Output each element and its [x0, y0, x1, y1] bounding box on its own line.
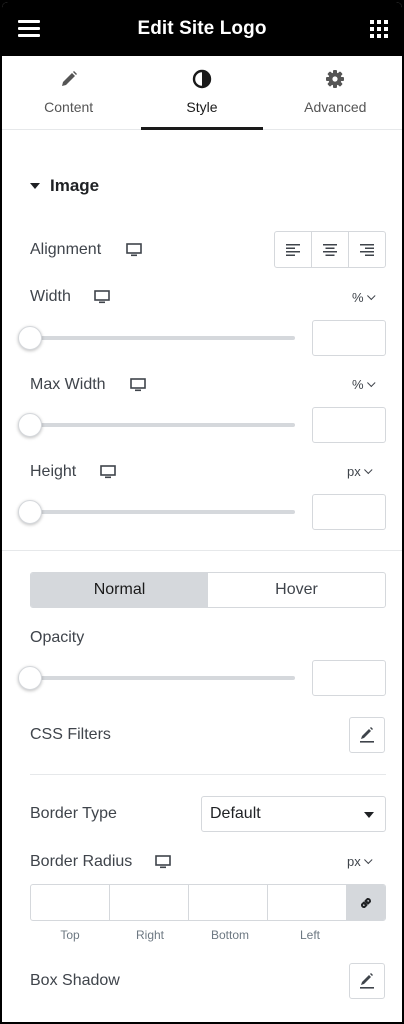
radius-right-label: Right: [135, 928, 164, 942]
align-center-button[interactable]: [312, 232, 349, 267]
css-filters-edit-button[interactable]: [349, 717, 385, 753]
box-shadow-edit-button[interactable]: [349, 963, 385, 999]
link-icon: [360, 897, 372, 908]
width-unit-value: %: [352, 290, 364, 305]
caret-down-icon: [364, 812, 374, 818]
desktop-icon[interactable]: [94, 290, 110, 304]
width-label: Width: [30, 288, 71, 305]
hamburger-menu-icon[interactable]: [18, 20, 40, 38]
tab-advanced[interactable]: Advanced: [269, 56, 402, 129]
opacity-input[interactable]: [312, 660, 386, 696]
radius-top-label: Top: [60, 928, 80, 942]
radius-bottom-input[interactable]: [189, 885, 268, 920]
widgets-grid-icon[interactable]: [370, 20, 388, 38]
align-left-button[interactable]: [275, 232, 312, 267]
opacity-slider-track[interactable]: [30, 676, 295, 680]
max-width-unit-value: %: [352, 377, 364, 392]
contrast-icon: [191, 68, 213, 90]
box-shadow-label: Box Shadow: [30, 972, 120, 989]
tab-style[interactable]: Style: [135, 56, 268, 130]
opacity-slider-thumb[interactable]: [18, 666, 42, 690]
desktop-icon[interactable]: [130, 378, 146, 392]
height-slider-thumb[interactable]: [18, 500, 42, 524]
link-values-button[interactable]: [347, 885, 385, 920]
image-section-toggle[interactable]: Image: [30, 176, 99, 196]
border-type-select[interactable]: Default: [201, 796, 386, 832]
border-radius-labels: Top Right Bottom Left: [30, 928, 350, 942]
width-unit-select[interactable]: %: [352, 290, 376, 305]
section-divider: [30, 774, 386, 775]
max-width-slider-thumb[interactable]: [18, 413, 42, 437]
radius-right-input[interactable]: [110, 885, 189, 920]
height-input[interactable]: [312, 494, 386, 530]
border-type-label: Border Type: [30, 805, 117, 822]
height-label: Height: [30, 463, 77, 480]
image-section-title: Image: [50, 176, 100, 195]
radius-left-input[interactable]: [268, 885, 347, 920]
desktop-icon[interactable]: [155, 855, 171, 869]
border-radius-unit-value: px: [347, 854, 361, 869]
pencil-icon: [360, 973, 374, 989]
border-type-value: Default: [210, 805, 261, 822]
height-unit-select[interactable]: px: [347, 464, 373, 479]
max-width-unit-select[interactable]: %: [352, 377, 376, 392]
tab-content-label: Content: [44, 99, 94, 115]
editor-panel: Edit Site Logo Content Style Advanced Im…: [2, 2, 402, 1022]
align-right-button[interactable]: [349, 232, 385, 267]
max-width-label: Max Width: [30, 376, 106, 393]
radius-bottom-label: Bottom: [210, 928, 249, 942]
opacity-label: Opacity: [30, 629, 85, 646]
height-unit-value: px: [347, 464, 361, 479]
desktop-icon[interactable]: [126, 243, 142, 257]
gear-icon: [324, 68, 346, 90]
css-filters-label: CSS Filters: [30, 726, 111, 743]
border-radius-inputs: [30, 884, 386, 921]
section-divider: [2, 550, 402, 551]
border-radius-label: Border Radius: [30, 853, 133, 870]
hover-state-tab[interactable]: Hover: [208, 573, 385, 607]
height-slider-track[interactable]: [30, 510, 295, 514]
chevron-down-icon: [363, 855, 373, 864]
chevron-down-icon: [366, 291, 376, 300]
tab-style-label: Style: [186, 99, 218, 115]
align-right-icon: [360, 243, 374, 256]
tab-content[interactable]: Content: [2, 56, 135, 129]
align-left-icon: [286, 243, 300, 256]
desktop-icon[interactable]: [100, 465, 116, 479]
panel-title: Edit Site Logo: [137, 18, 267, 39]
max-width-input[interactable]: [312, 407, 386, 443]
width-input[interactable]: [312, 320, 386, 356]
border-radius-unit-select[interactable]: px: [347, 854, 373, 869]
alignment-control: [274, 231, 386, 268]
tab-advanced-label: Advanced: [304, 99, 367, 115]
width-slider-thumb[interactable]: [18, 326, 42, 350]
max-width-slider-track[interactable]: [30, 423, 295, 427]
pencil-icon: [58, 68, 80, 90]
panel-tabs: Content Style Advanced: [2, 56, 402, 130]
radius-top-input[interactable]: [31, 885, 110, 920]
width-slider-track[interactable]: [30, 336, 295, 340]
panel-header: Edit Site Logo: [2, 2, 402, 56]
radius-left-label: Left: [299, 928, 320, 942]
chevron-down-icon: [366, 378, 376, 387]
alignment-label: Alignment: [30, 241, 102, 258]
chevron-down-icon: [363, 465, 373, 474]
align-center-icon: [323, 243, 337, 256]
caret-down-icon: [30, 183, 40, 189]
normal-state-tab[interactable]: Normal: [31, 573, 208, 607]
pencil-icon: [360, 727, 374, 743]
state-toggle: Normal Hover: [30, 572, 386, 608]
